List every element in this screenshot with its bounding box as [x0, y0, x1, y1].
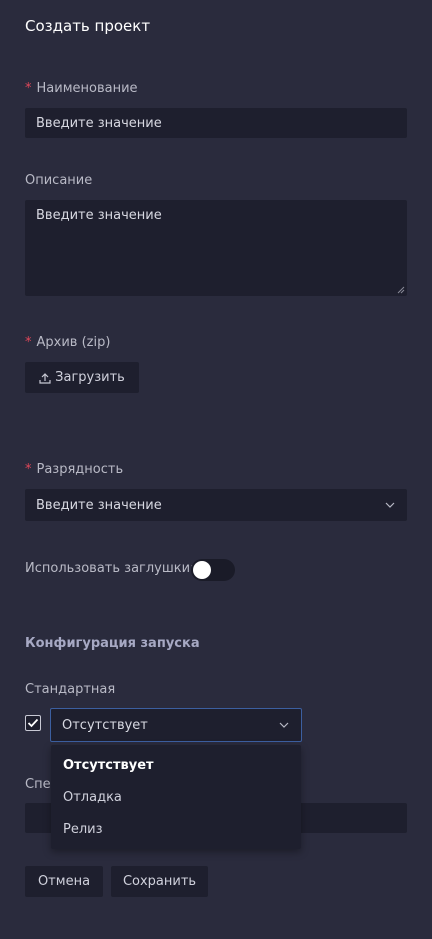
resize-handle-icon[interactable] [397, 286, 405, 294]
config-dropdown-menu: Отсутствует Отладка Релиз [51, 745, 301, 849]
stubs-label-text: Использовать заглушки [25, 561, 191, 576]
upload-button-label: Загрузить [55, 370, 125, 385]
description-label: Описание [25, 173, 93, 188]
required-mark: * [25, 335, 32, 350]
toggle-knob [193, 561, 211, 579]
dropdown-option[interactable]: Отладка [51, 781, 301, 813]
description-placeholder: Введите значение [36, 208, 162, 223]
archive-label: * Архив (zip) [25, 335, 110, 350]
standard-config-selected: Отсутствует [62, 717, 148, 733]
create-project-panel: Создать проект * Наименование Введите зна… [0, 0, 432, 939]
standard-config-select[interactable]: Отсутствует [50, 708, 302, 742]
bitness-label: * Разрядность [25, 462, 123, 477]
name-label-text: Наименование [36, 81, 138, 96]
bitness-placeholder: Введите значение [36, 497, 162, 513]
page-title: Создать проект [25, 17, 151, 35]
stubs-toggle[interactable] [191, 559, 235, 581]
standard-config-checkbox[interactable] [25, 715, 41, 731]
dropdown-option[interactable]: Релиз [51, 813, 301, 845]
required-mark: * [25, 81, 32, 96]
cancel-button-label: Отмена [37, 874, 91, 889]
name-label: * Наименование [25, 81, 138, 96]
name-input-placeholder: Введите значение [36, 115, 162, 131]
save-button[interactable]: Сохранить [111, 866, 208, 897]
chevron-down-icon [385, 502, 395, 508]
bitness-select[interactable]: Введите значение [25, 489, 407, 521]
description-textarea[interactable]: Введите значение [25, 200, 407, 296]
launch-config-section-title: Конфигурация запуска [25, 636, 200, 651]
cancel-button[interactable]: Отмена [25, 866, 103, 897]
bitness-label-text: Разрядность [36, 462, 124, 477]
upload-button[interactable]: Загрузить [25, 362, 139, 393]
save-button-label: Сохранить [122, 874, 197, 889]
required-mark: * [25, 462, 32, 477]
upload-icon [39, 372, 51, 384]
name-input[interactable]: Введите значение [25, 108, 407, 138]
dropdown-option[interactable]: Отсутствует [51, 749, 301, 781]
stubs-label: Использовать заглушки: [25, 561, 194, 576]
checkmark-icon [27, 718, 39, 728]
standard-config-label: Стандартная [25, 682, 116, 697]
archive-label-text: Архив (zip) [36, 335, 111, 350]
chevron-down-icon [279, 722, 289, 728]
